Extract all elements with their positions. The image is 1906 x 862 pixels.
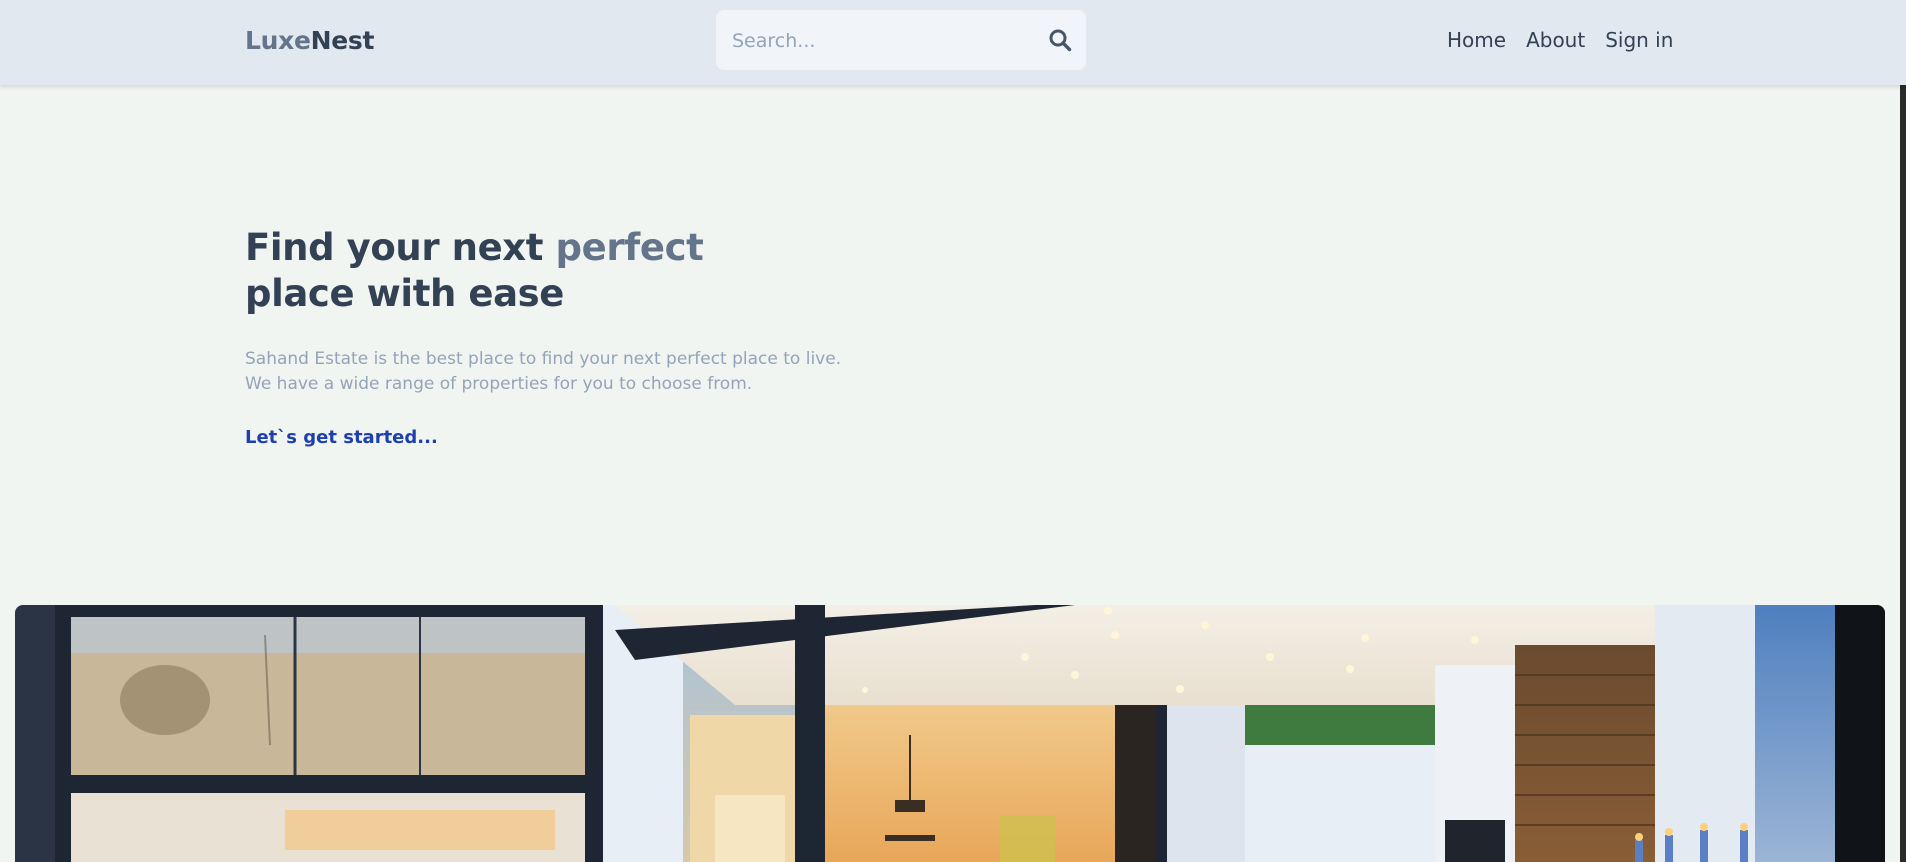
logo[interactable]: LuxeNest [245, 26, 374, 55]
hero-title-line2: place with ease [245, 272, 564, 315]
house-illustration [15, 605, 1885, 862]
scrollbar[interactable] [1900, 0, 1906, 862]
nav-sign-in-link[interactable]: Sign in [1605, 28, 1673, 52]
get-started-link[interactable]: Let`s get started... [245, 427, 438, 448]
logo-part-nest: Nest [310, 26, 375, 55]
hero-description-line1: Sahand Estate is the best place to find … [245, 349, 842, 369]
search-input[interactable] [730, 10, 1034, 72]
hero-description-line2: We have a wide range of properties for y… [245, 374, 753, 394]
search-box [716, 10, 1086, 72]
hero-description: Sahand Estate is the best place to find … [245, 347, 841, 397]
site-header: LuxeNest Home About Sign in [0, 0, 1906, 85]
nav-about-link[interactable]: About [1526, 28, 1585, 52]
hero-title-accent: perfect [555, 226, 704, 269]
hero-title-start: Find your next [245, 226, 556, 269]
search-icon[interactable] [1048, 28, 1072, 52]
page: LuxeNest Home About Sign in Find your ne… [0, 0, 1906, 862]
hero-title: Find your next perfect place with ease [245, 225, 704, 317]
hero-house-image [15, 605, 1885, 862]
nav-home-link[interactable]: Home [1447, 28, 1506, 52]
logo-part-luxe: Luxe [245, 26, 311, 55]
main-nav: Home About Sign in [1447, 28, 1673, 52]
